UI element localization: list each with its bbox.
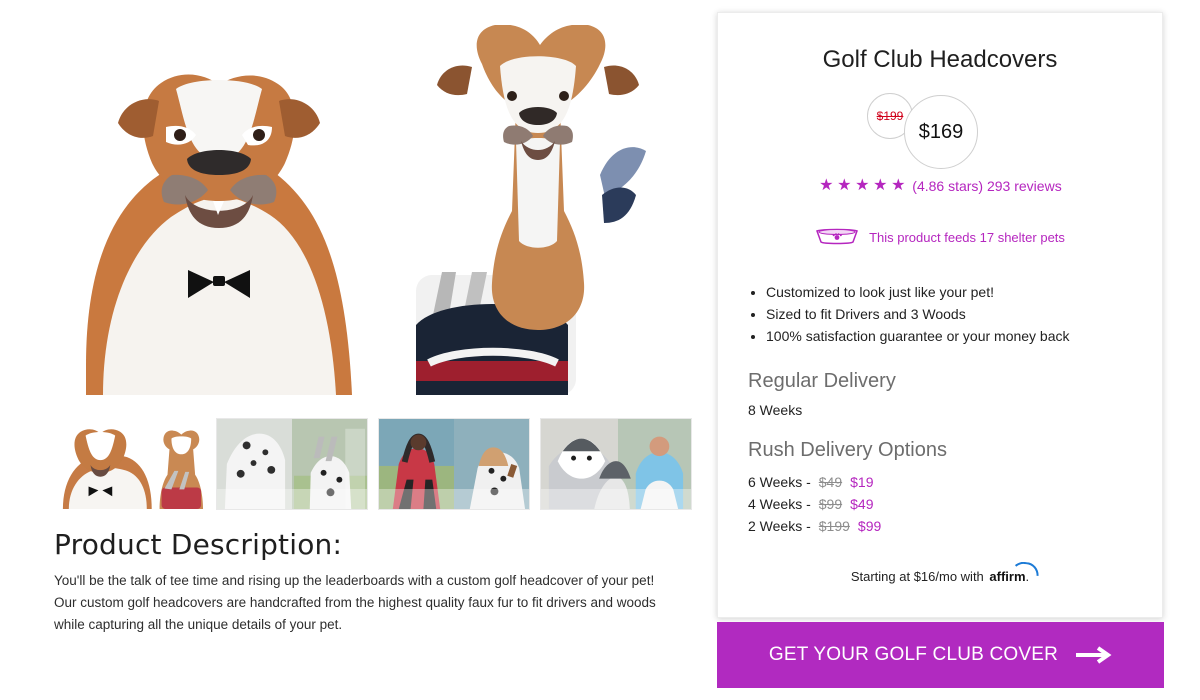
product-thumbnail-strip [54,418,694,510]
pet-bowl-icon-graphic [816,228,859,245]
thumbnail-1-image [55,419,205,509]
golf-headcover-illustration [376,25,696,395]
affirm-logo: affirm [989,569,1026,584]
rating-text: (4.86 stars) 293 reviews [912,178,1062,194]
thumbnail-3-overlay [379,489,529,509]
star-icon: ★ [891,176,906,194]
product-summary-card: Golf Club Headcovers $199 $169 ★ ★ ★ ★ ★… [717,12,1163,618]
financing-prefix: Starting at $16/mo with [850,569,984,584]
star-icon: ★ [819,176,834,194]
rush-option-label: 2 Weeks - [748,518,811,534]
rating-summary[interactable]: ★ ★ ★ ★ ★ (4.86 stars) 293 reviews [718,176,1162,194]
old-price: $199 [876,109,904,123]
product-description-title: Product Description: [54,528,343,561]
rush-option-new-price: $19 [850,474,874,490]
rush-option-2-weeks[interactable]: 2 Weeks - $199 $99 [748,515,881,537]
thumbnail-4-overlay [541,489,691,509]
rating-stars: ★ ★ ★ ★ ★ [818,176,906,194]
rush-option-old-price: $99 [818,496,843,512]
arrow-right-icon-graphic [1076,646,1112,664]
cta-label: GET YOUR GOLF CLUB COVER [768,644,1059,665]
thumbnail-3[interactable] [378,418,530,510]
arrow-right-icon [1076,645,1112,665]
rush-option-new-price: $99 [857,518,882,534]
rush-delivery-heading: Rush Delivery Options [748,439,947,461]
product-description-text: You'll be the talk of tee time and risin… [54,573,656,632]
feature-item: Sized to fit Drivers and 3 Woods [766,303,1138,325]
feature-item: 100% satisfaction guarantee or your mone… [766,325,1138,347]
rush-option-4-weeks[interactable]: 4 Weeks - $99 $49 [748,493,881,515]
star-icon: ★ [837,176,852,194]
star-icon: ★ [873,176,888,194]
thumbnail-2-overlay [217,489,367,509]
feature-item: Customized to look just like your pet! [766,281,1138,303]
rush-option-new-price: $49 [850,496,874,512]
regular-delivery-heading: Regular Delivery [748,370,896,392]
bulldog-portrait-illustration [56,25,376,395]
financing-message: Starting at $16/mo with affirm. [718,569,1162,584]
get-your-golf-club-cover-button[interactable]: GET YOUR GOLF CLUB COVER [717,622,1164,688]
rush-option-6-weeks[interactable]: 6 Weeks - $49 $19 [748,471,881,493]
thumbnail-1[interactable] [54,418,206,510]
rush-option-label: 6 Weeks - [748,474,811,490]
product-media-column: Product Description: You'll be the talk … [0,0,705,700]
product-title: Golf Club Headcovers [822,46,1058,73]
rush-delivery-options: 6 Weeks - $49 $19 4 Weeks - $99 $49 2 We… [748,471,881,537]
pet-bowl-icon [815,227,859,248]
bulldog-portrait-image [56,25,376,395]
product-page: Product Description: You'll be the talk … [0,0,1200,700]
rush-option-label: 4 Weeks - [748,496,811,512]
current-price: $169 [918,120,964,143]
rush-option-old-price: $49 [818,474,843,490]
thumbnail-2[interactable] [216,418,368,510]
rush-option-old-price: $199 [818,518,850,534]
thumbnail-4[interactable] [540,418,692,510]
shelter-pets-message: This product feeds 17 shelter pets [718,227,1162,248]
feature-list: Customized to look just like your pet! S… [748,281,1138,347]
current-price-badge: $169 [904,95,978,169]
product-hero-image [56,25,696,395]
star-icon: ★ [855,176,870,194]
feeds-text: This product feeds 17 shelter pets [869,230,1065,245]
golf-headcover-image [376,25,696,395]
regular-delivery-value: 8 Weeks [748,402,803,418]
